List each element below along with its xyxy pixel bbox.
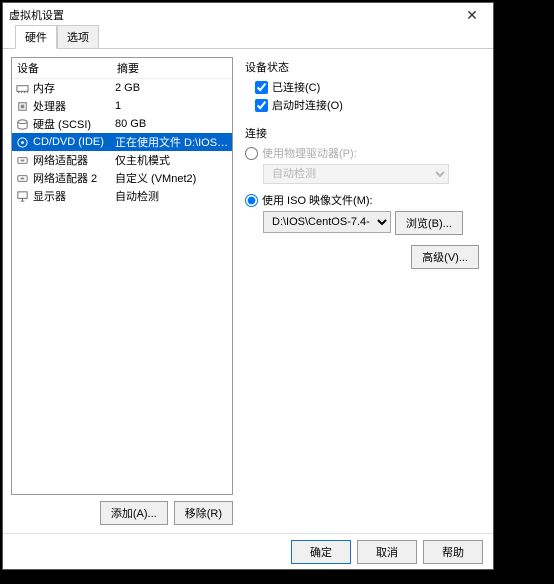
memory-icon	[15, 81, 29, 95]
ok-button[interactable]: 确定	[291, 540, 351, 564]
use-physical-drive-radio[interactable]	[245, 147, 258, 160]
tab-hardware[interactable]: 硬件	[15, 25, 57, 49]
device-name: 网络适配器 2	[33, 170, 115, 186]
device-summary: 仅主机模式	[115, 152, 229, 168]
device-name: 内存	[33, 80, 115, 96]
connected-checkbox-row[interactable]: 已连接(C)	[255, 79, 479, 95]
device-summary: 80 GB	[115, 118, 229, 130]
use-iso-label: 使用 ISO 映像文件(M):	[262, 192, 373, 208]
connect-at-start-checkbox[interactable]	[255, 99, 268, 112]
hardware-row[interactable]: CD/DVD (IDE)正在使用文件 D:\IOS\CentO...	[12, 133, 232, 151]
connection-title: 连接	[245, 125, 479, 141]
help-button[interactable]: 帮助	[423, 540, 483, 564]
use-iso-radio[interactable]	[245, 194, 258, 207]
device-summary: 自动检测	[115, 188, 229, 204]
device-summary: 1	[115, 100, 229, 112]
hardware-list-header: 设备 摘要	[12, 58, 232, 79]
cpu-icon	[15, 99, 29, 113]
device-summary: 自定义 (VMnet2)	[115, 170, 229, 186]
advanced-button[interactable]: 高级(V)...	[411, 245, 479, 269]
vm-settings-dialog: 虚拟机设置 ✕ 硬件 选项 设备 摘要 内存2 GB处理器1硬盘 (SCSI)8…	[2, 2, 494, 570]
close-button[interactable]: ✕	[457, 5, 487, 25]
device-status-title: 设备状态	[245, 59, 479, 75]
device-name: 硬盘 (SCSI)	[33, 116, 115, 132]
connected-label: 已连接(C)	[272, 79, 320, 95]
disk-icon	[15, 117, 29, 131]
connect-at-start-row[interactable]: 启动时连接(O)	[255, 97, 479, 113]
use-physical-drive-label: 使用物理驱动器(P):	[262, 145, 357, 161]
cancel-button[interactable]: 取消	[357, 540, 417, 564]
hardware-row[interactable]: 网络适配器 2自定义 (VMnet2)	[12, 169, 232, 187]
col-device: 设备	[17, 60, 117, 76]
close-icon: ✕	[466, 7, 478, 24]
net-icon	[15, 153, 29, 167]
device-name: CD/DVD (IDE)	[33, 136, 115, 148]
net-icon	[15, 171, 29, 185]
use-iso-row[interactable]: 使用 ISO 映像文件(M):	[245, 192, 479, 208]
use-physical-drive-row[interactable]: 使用物理驱动器(P):	[245, 145, 479, 161]
browse-button[interactable]: 浏览(B)...	[395, 211, 463, 235]
hardware-row[interactable]: 处理器1	[12, 97, 232, 115]
device-name: 处理器	[33, 98, 115, 114]
device-summary: 2 GB	[115, 82, 229, 94]
hardware-row[interactable]: 显示器自动检测	[12, 187, 232, 205]
cd-icon	[15, 135, 29, 149]
hardware-list: 设备 摘要 内存2 GB处理器1硬盘 (SCSI)80 GBCD/DVD (ID…	[11, 57, 233, 495]
tab-options[interactable]: 选项	[57, 25, 99, 48]
title-bar: 虚拟机设置 ✕	[3, 3, 493, 27]
iso-path-select[interactable]: D:\IOS\CentOS-7.4-x86_64-D\	[263, 211, 391, 233]
col-summary: 摘要	[117, 60, 227, 76]
device-name: 显示器	[33, 188, 115, 204]
hardware-row[interactable]: 硬盘 (SCSI)80 GB	[12, 115, 232, 133]
connect-at-start-label: 启动时连接(O)	[272, 97, 343, 113]
connected-checkbox[interactable]	[255, 81, 268, 94]
dialog-footer: 确定 取消 帮助	[3, 533, 493, 569]
remove-button[interactable]: 移除(R)	[174, 501, 233, 525]
physical-drive-select: 自动检测	[263, 164, 449, 184]
add-button[interactable]: 添加(A)...	[100, 501, 168, 525]
device-name: 网络适配器	[33, 152, 115, 168]
display-icon	[15, 189, 29, 203]
tabs: 硬件 选项	[3, 27, 493, 49]
hardware-row[interactable]: 内存2 GB	[12, 79, 232, 97]
dialog-title: 虚拟机设置	[9, 7, 457, 23]
hardware-row[interactable]: 网络适配器仅主机模式	[12, 151, 232, 169]
device-summary: 正在使用文件 D:\IOS\CentO...	[115, 134, 229, 150]
